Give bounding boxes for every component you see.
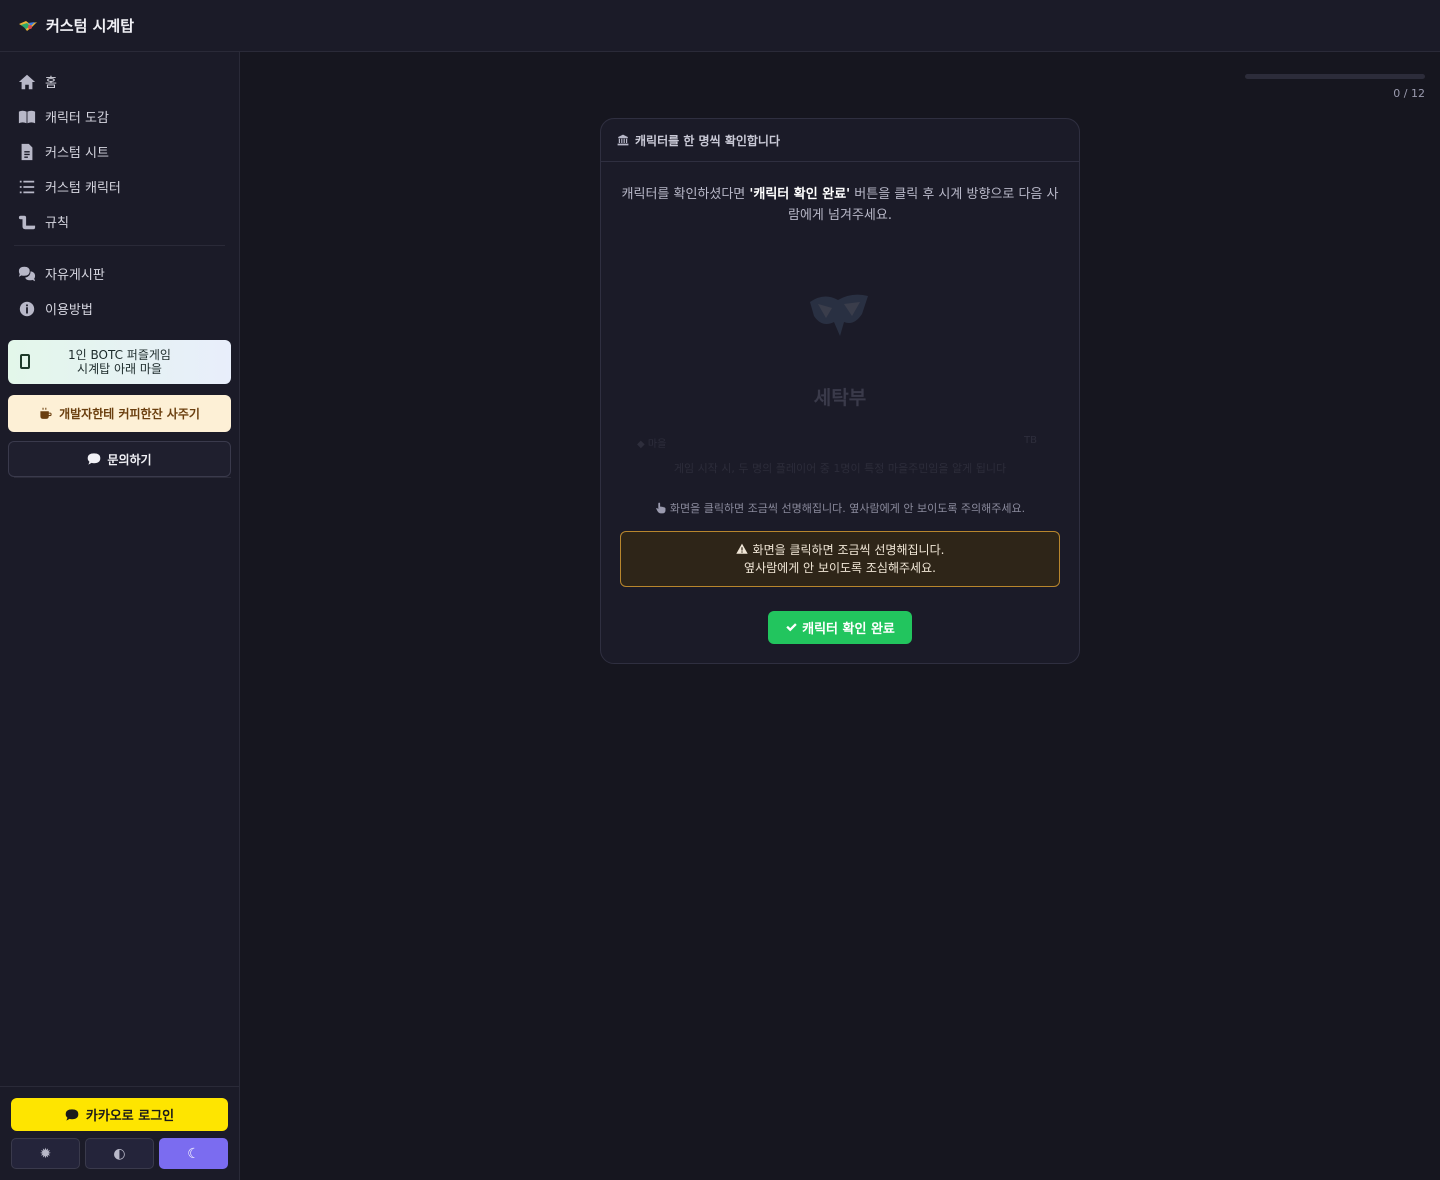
phone-icon	[20, 354, 30, 369]
app-title[interactable]: 커스텀 시계탑	[46, 15, 134, 36]
sidebar-item-custom-sheet[interactable]: 커스텀 시트	[0, 134, 239, 169]
warning-icon	[735, 543, 748, 554]
buy-coffee-button[interactable]: 개발자한테 커피한잔 사주기	[8, 395, 231, 432]
character-edition-blurred: TB	[1024, 435, 1037, 446]
inquiry-label: 문의하기	[107, 452, 152, 467]
scroll-icon	[18, 215, 36, 229]
sidebar-item-home[interactable]: 홈	[0, 64, 239, 99]
warning-line-1: 화면을 클릭하면 조금씩 선명해집니다.	[621, 541, 1059, 559]
kakao-login-button[interactable]: 카카오로 로그인	[11, 1098, 228, 1131]
progress-label: 0 / 12	[1393, 87, 1425, 100]
sidebar-item-how-to-use[interactable]: 이용방법	[0, 291, 239, 326]
click-hint: 화면을 클릭하면 조금씩 선명해집니다. 옆사람에게 안 보이도록 주의해주세요…	[601, 500, 1079, 516]
comment-icon	[88, 453, 101, 465]
sidebar-item-label: 규칙	[45, 216, 69, 231]
building-icon	[617, 134, 629, 146]
pointer-icon	[656, 502, 666, 514]
privacy-warning: 화면을 클릭하면 조금씩 선명해집니다. 옆사람에게 안 보이도록 조심해주세요…	[620, 531, 1060, 587]
sidebar-item-rules[interactable]: 규칙	[0, 204, 239, 239]
theme-switcher: ✹ ◐ ☾	[11, 1138, 228, 1169]
blurred-character-area[interactable]: 세탁부 ◆ 마을 TB 게임 시작 시, 두 명의 플레이어 중 1명이 특정 …	[601, 238, 1079, 488]
puzzle-game-line1: 1인 BOTC 퍼즐게임	[68, 348, 171, 362]
logo-icon[interactable]	[18, 18, 38, 34]
card-header: 캐릭터를 한 명씩 확인합니다	[601, 119, 1079, 162]
sidebar-item-label: 이용방법	[45, 303, 93, 318]
sidebar: 홈 캐릭터 도감 커스텀 시트 커스텀 캐릭터 규칙 자유게시판 이용방법 1인…	[0, 52, 240, 1180]
moon-icon: ☾	[187, 1145, 200, 1162]
info-icon	[19, 301, 35, 316]
inquiry-button[interactable]: 문의하기	[8, 441, 231, 477]
sun-icon: ✹	[39, 1145, 52, 1162]
click-hint-text: 화면을 클릭하면 조금씩 선명해집니다. 옆사람에게 안 보이도록 주의해주세요…	[669, 502, 1026, 515]
sidebar-item-character-book[interactable]: 캐릭터 도감	[0, 99, 239, 134]
sidebar-item-label: 홈	[45, 76, 57, 91]
puzzle-game-promo[interactable]: 1인 BOTC 퍼즐게임 시계탑 아래 마을	[8, 340, 231, 384]
confirm-character-label: 캐릭터 확인 완료	[802, 622, 895, 637]
puzzle-game-line2: 시계탑 아래 마을	[77, 362, 162, 376]
character-ability-blurred: 게임 시작 시, 두 명의 플레이어 중 1명이 특정 마을주민임을 알게 됩니…	[673, 462, 1007, 475]
theme-system-button[interactable]: ◐	[85, 1138, 154, 1169]
card-header-title: 캐릭터를 한 명씩 확인합니다	[635, 133, 781, 148]
contrast-icon: ◐	[113, 1145, 126, 1162]
reveal-progress: 0 / 12	[1245, 74, 1425, 100]
chat-bubble-icon	[65, 1108, 79, 1121]
sidebar-item-label: 커스텀 시트	[45, 146, 109, 161]
list-icon	[19, 180, 35, 193]
progress-track	[1245, 74, 1425, 79]
kakao-login-label: 카카오로 로그인	[85, 1109, 175, 1124]
document-icon	[21, 143, 33, 160]
sidebar-item-label: 캐릭터 도감	[45, 111, 109, 126]
theme-dark-button[interactable]: ☾	[159, 1138, 228, 1169]
character-reveal-card: 캐릭터를 한 명씩 확인합니다 캐릭터를 확인하셨다면 '캐릭터 확인 완료' …	[600, 118, 1080, 664]
nav-divider	[14, 245, 225, 246]
top-header: 커스텀 시계탑	[0, 0, 1440, 52]
coffee-icon	[40, 407, 52, 419]
sidebar-item-free-board[interactable]: 자유게시판	[0, 256, 239, 291]
character-team-blurred: ◆ 마을	[637, 439, 667, 450]
sidebar-nav: 홈 캐릭터 도감 커스텀 시트 커스텀 캐릭터 규칙 자유게시판 이용방법	[0, 52, 239, 326]
check-icon	[786, 623, 797, 632]
sidebar-divider	[14, 477, 231, 478]
puzzle-game-text: 1인 BOTC 퍼즐게임 시계탑 아래 마을	[68, 348, 171, 376]
sidebar-item-label: 커스텀 캐릭터	[45, 181, 121, 196]
confirm-character-button[interactable]: 캐릭터 확인 완료	[768, 611, 912, 644]
sidebar-footer: 카카오로 로그인 ✹ ◐ ☾	[0, 1086, 239, 1180]
book-icon	[18, 110, 36, 123]
buy-coffee-label: 개발자한테 커피한잔 사주기	[59, 407, 200, 421]
theme-light-button[interactable]: ✹	[11, 1138, 80, 1169]
character-token-icon	[810, 294, 868, 336]
instruction-pre: 캐릭터를 확인하셨다면	[621, 187, 750, 202]
sidebar-item-label: 자유게시판	[45, 268, 105, 283]
warning-line-2: 옆사람에게 안 보이도록 조심해주세요.	[744, 561, 936, 575]
card-instruction: 캐릭터를 확인하셨다면 '캐릭터 확인 완료' 버튼을 클릭 후 시계 방향으로…	[621, 184, 1059, 226]
warning-text-1: 화면을 클릭하면 조금씩 선명해집니다.	[752, 543, 945, 557]
instruction-bold: '캐릭터 확인 완료'	[749, 187, 851, 202]
character-name: 세탁부	[813, 387, 867, 409]
home-icon	[18, 74, 36, 89]
comments-icon	[18, 266, 36, 281]
sidebar-item-custom-character[interactable]: 커스텀 캐릭터	[0, 169, 239, 204]
